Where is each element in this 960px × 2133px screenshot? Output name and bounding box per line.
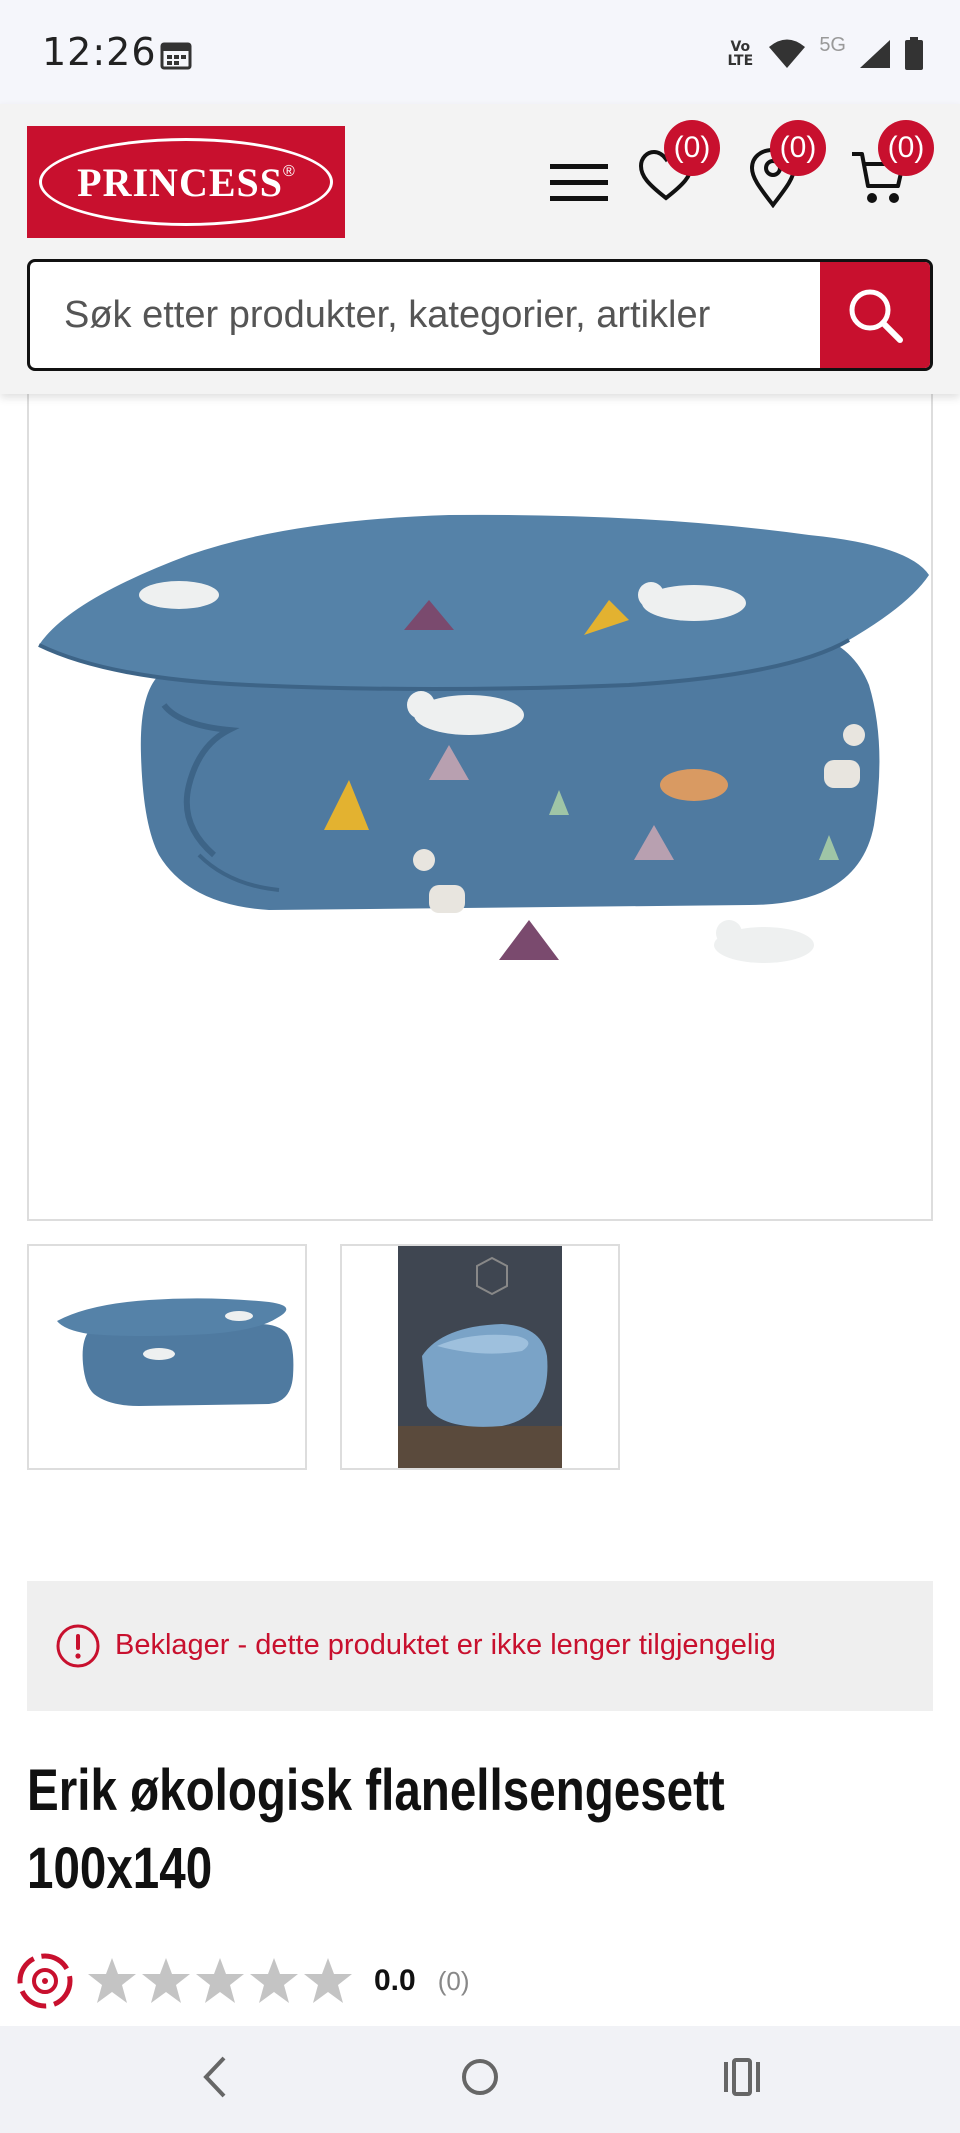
search-input[interactable] xyxy=(30,262,825,368)
status-icons: Vo LTE 5G xyxy=(725,34,924,73)
exclamation-circle-icon xyxy=(56,1624,100,1668)
review-logo-icon xyxy=(17,1953,73,2009)
star-icon xyxy=(196,1958,244,2003)
cart-badge: (0) xyxy=(878,120,934,176)
star-icon xyxy=(88,1958,136,2003)
star-icon xyxy=(142,1958,190,2003)
thumbnail-room-image xyxy=(342,1246,618,1468)
recents-icon[interactable] xyxy=(722,2054,762,2100)
volte-indicator: Vo LTE xyxy=(727,38,754,69)
thumbnail-1[interactable] xyxy=(27,1244,307,1470)
wifi-icon xyxy=(769,39,806,68)
unavailable-notice: Beklager - dette produktet er ikke lenge… xyxy=(27,1581,933,1711)
hamburger-menu-icon[interactable] xyxy=(550,162,608,204)
unavailable-notice-text: Beklager - dette produktet er ikke lenge… xyxy=(115,1629,776,1661)
system-nav-bar xyxy=(0,2026,960,2133)
cart-button[interactable]: (0) xyxy=(850,120,934,211)
home-icon[interactable] xyxy=(460,2054,500,2100)
search-icon xyxy=(849,289,903,343)
signal-icon xyxy=(860,39,890,68)
rating-value: 0.0 xyxy=(374,1964,416,1997)
rating-count: (0) xyxy=(437,1965,470,1996)
calendar-icon xyxy=(160,42,192,70)
thumbnail-2[interactable] xyxy=(340,1244,620,1470)
wishlist-badge: (0) xyxy=(664,120,720,176)
stores-button[interactable]: (0) xyxy=(748,120,826,213)
star-icon xyxy=(250,1958,298,2003)
thumbnail-duvet-image xyxy=(57,1298,294,1406)
star-icon xyxy=(304,1958,352,2003)
duvet-set-image xyxy=(38,514,929,963)
rating-row[interactable]: 0.0 (0) xyxy=(14,1946,470,2016)
battery-icon xyxy=(905,36,923,70)
wishlist-button[interactable]: (0) xyxy=(638,120,720,209)
search-bar xyxy=(27,259,933,371)
princess-logo[interactable]: PRINCESS ® xyxy=(27,126,345,238)
logo-text: PRINCESS xyxy=(77,159,284,205)
logo-oval: PRINCESS ® xyxy=(39,138,333,226)
status-time: 12:26 xyxy=(42,30,157,74)
site-header: PRINCESS ® (0) (0) (0) xyxy=(0,104,960,394)
product-title: Erik økologisk flanellsengesett 100x140 xyxy=(27,1758,725,1901)
rating-stars xyxy=(86,1956,354,2006)
search-button[interactable] xyxy=(820,262,930,368)
stores-badge: (0) xyxy=(770,120,826,176)
status-bar: 12:26 Vo LTE 5G xyxy=(0,0,960,104)
back-icon[interactable] xyxy=(200,2054,230,2100)
network-type: 5G xyxy=(819,34,846,56)
logo-mark: ® xyxy=(283,163,295,180)
product-main-image[interactable] xyxy=(27,385,933,1221)
